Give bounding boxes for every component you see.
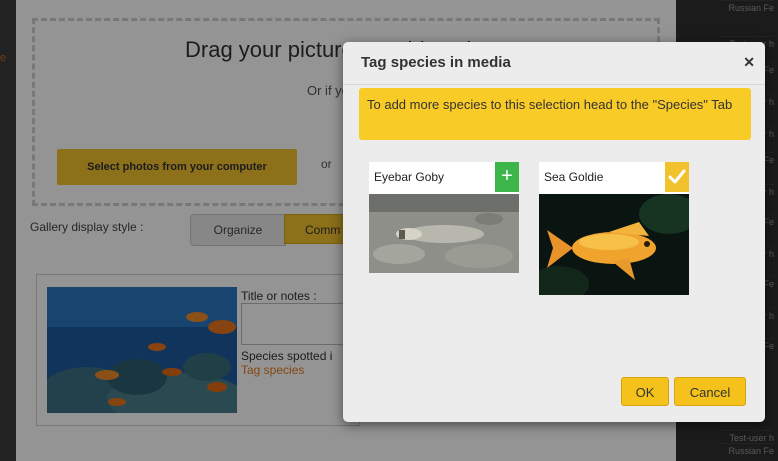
species-photo bbox=[539, 194, 689, 295]
species-tab-notice: To add more species to this selection he… bbox=[359, 88, 751, 140]
species-card-eyebar-goby[interactable]: Eyebar Goby + bbox=[369, 162, 519, 273]
plus-icon[interactable]: + bbox=[495, 162, 519, 192]
close-icon[interactable]: ✕ bbox=[743, 54, 755, 71]
cancel-button[interactable]: Cancel bbox=[674, 377, 746, 406]
species-name: Sea Goldie bbox=[544, 170, 604, 184]
species-photo bbox=[369, 194, 519, 273]
tag-species-modal: Tag species in media ✕ To add more speci… bbox=[343, 42, 765, 422]
species-name: Eyebar Goby bbox=[374, 170, 445, 184]
modal-title: Tag species in media bbox=[361, 54, 511, 71]
species-card-sea-goldie[interactable]: Sea Goldie bbox=[539, 162, 689, 295]
modal-header: Tag species in media ✕ bbox=[343, 42, 765, 85]
ok-button[interactable]: OK bbox=[621, 377, 669, 406]
check-icon[interactable] bbox=[665, 162, 689, 192]
